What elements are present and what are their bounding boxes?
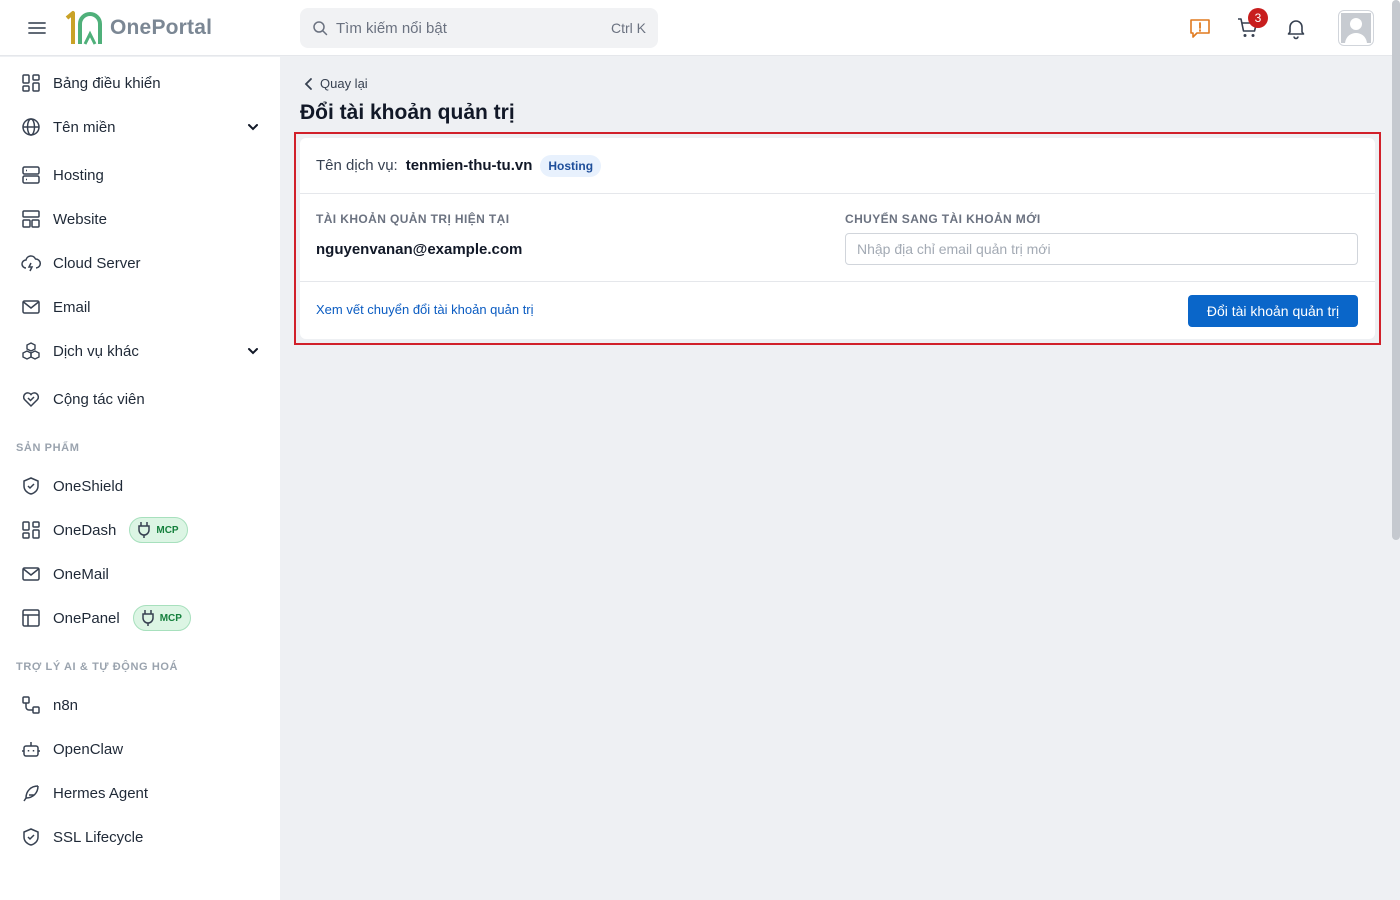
back-label: Quay lại [320,76,368,91]
search-icon [313,21,328,36]
current-admin-title: TÀI KHOẢN QUẢN TRỊ HIỆN TẠI [316,212,510,226]
sidebar-item-other-services[interactable]: Dịch vụ khác [0,331,280,371]
logo[interactable]: OnePortal [64,10,212,46]
sidebar-item-ssl-lifecycle[interactable]: SSL Lifecycle [0,817,280,857]
new-admin-title: CHUYỂN SANG TÀI KHOẢN MỚI [845,212,1041,226]
sidebar-item-onepanel[interactable]: OnePanel MCP [0,598,280,638]
sidebar: Bảng điều khiển Tên miền Hosting Website… [0,57,280,900]
shield-icon [20,475,42,497]
ai-section-title: TRỢ LÝ AI & TỰ ĐỘNG HOÁ [16,661,179,673]
page-scrollbar[interactable] [1392,0,1400,540]
plug-icon [141,610,154,626]
sidebar-item-hosting[interactable]: Hosting [0,155,280,195]
sidebar-item-dashboard[interactable]: Bảng điều khiển [0,63,280,103]
logo-icon [65,11,102,45]
top-bar: OnePortal Tìm kiếm nổi bật Ctrl K 3 [0,0,1400,56]
app-name: OnePortal [110,16,213,39]
sidebar-item-n8n[interactable]: n8n [0,685,280,725]
mcp-badge-label: MCP [159,612,182,624]
page-title: Đổi tài khoản quản trị [300,101,515,124]
avatar[interactable] [1338,10,1374,46]
sidebar-item-label: Hosting [53,166,104,184]
change-admin-button[interactable]: Đổi tài khoản quản trị [1188,295,1358,327]
mcp-badge: MCP [132,605,191,631]
feedback-icon[interactable] [1188,16,1212,40]
sidebar-item-domains[interactable]: Tên miền [0,107,280,147]
sidebar-item-label: OpenClaw [53,740,124,758]
workflow-icon [20,694,42,716]
boxes-icon [20,340,42,362]
current-admin-email: nguyenvanan@example.com [316,241,523,258]
cart-count-badge: 3 [1248,8,1268,28]
layout-icon [20,208,42,230]
sidebar-item-affiliates[interactable]: Cộng tác viên [0,379,280,419]
bell-icon[interactable] [1284,16,1308,40]
sidebar-item-label: Tên miền [53,118,116,136]
sidebar-item-label: n8n [53,696,79,714]
search-placeholder: Tìm kiếm nổi bật [336,19,447,37]
back-link[interactable]: Quay lại [304,76,368,91]
panel-icon [20,607,42,629]
chevron-left-icon [304,77,312,90]
sidebar-item-hermes-agent[interactable]: Hermes Agent [0,773,280,813]
chevron-down-icon [248,348,258,355]
server-icon [20,164,42,186]
search-shortcut: Ctrl K [611,20,646,36]
sidebar-item-cloud-server[interactable]: Cloud Server [0,243,280,283]
service-label: Tên dịch vụ: [316,157,398,174]
service-type-badge: Hosting [540,154,602,177]
user-icon [1341,13,1371,43]
globe-icon [20,116,42,138]
sidebar-item-onedash[interactable]: OneDash MCP [0,510,280,550]
sidebar-item-label: OneMail [53,565,109,583]
new-admin-email-input[interactable] [845,233,1358,265]
sidebar-item-label: Bảng điều khiển [53,74,161,92]
sidebar-item-label: Cộng tác viên [53,390,145,408]
feather-icon [20,782,42,804]
sidebar-item-oneshield[interactable]: OneShield [0,466,280,506]
dashboard-icon [20,519,42,541]
sidebar-item-label: SSL Lifecycle [53,828,144,846]
sidebar-item-label: Dịch vụ khác [53,342,139,360]
shield-check-icon [20,826,42,848]
sidebar-item-label: Cloud Server [53,254,141,272]
sidebar-item-label: Email [53,298,91,316]
sidebar-item-website[interactable]: Website [0,199,280,239]
sidebar-item-openclaw[interactable]: OpenClaw [0,729,280,769]
change-admin-card: Tên dịch vụ: tenmien-thu-tu.vn Hosting T… [300,138,1375,339]
sidebar-item-email[interactable]: Email [0,287,280,327]
handshake-icon [20,388,42,410]
sidebar-item-label: OneDash [53,521,117,539]
chevron-down-icon [248,124,258,131]
card-footer: Xem vết chuyển đổi tài khoản quản trị Đổ… [300,281,1375,339]
service-name: tenmien-thu-tu.vn [405,157,533,174]
mcp-badge-label: MCP [156,524,179,536]
service-info-row: Tên dịch vụ: tenmien-thu-tu.vn Hosting [300,138,1375,194]
mcp-badge: MCP [129,517,188,543]
sidebar-item-label: Website [53,210,107,228]
mail-icon [20,563,42,585]
bot-icon [20,738,42,760]
dashboard-icon [20,72,42,94]
sidebar-item-onemail[interactable]: OneMail [0,554,280,594]
sidebar-item-label: OneShield [53,477,124,495]
view-history-link[interactable]: Xem vết chuyển đổi tài khoản quản trị [316,302,534,317]
search-bar[interactable]: Tìm kiếm nổi bật Ctrl K [300,8,658,48]
mail-icon [20,296,42,318]
plug-icon [138,522,151,538]
cloud-icon [20,252,42,274]
sidebar-item-label: Hermes Agent [53,784,149,802]
sidebar-item-label: OnePanel [53,609,120,627]
menu-icon[interactable] [27,18,47,38]
products-section-title: SẢN PHẨM [16,442,80,454]
